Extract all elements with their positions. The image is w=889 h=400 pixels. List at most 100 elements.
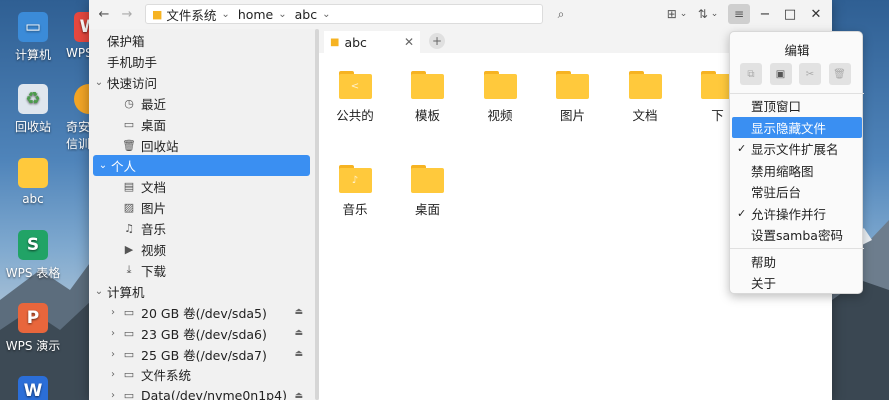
sidebar-item[interactable]: ⌄ 个人 xyxy=(93,155,310,177)
menu-item[interactable]: 关于 xyxy=(732,272,862,293)
folder-item[interactable]: 视频 xyxy=(465,71,535,124)
eject-icon[interactable]: ⏏ xyxy=(294,349,303,359)
chevron-down-icon: ⌄ xyxy=(278,8,287,20)
chevron-right-icon[interactable]: › xyxy=(105,369,121,380)
folder-item[interactable]: 文档 xyxy=(610,71,680,124)
folder-name: 模板 xyxy=(414,108,440,123)
folder-item[interactable]: 模板 xyxy=(393,71,463,124)
sidebar-item[interactable]: ⌄ 快速访问 xyxy=(89,72,319,93)
chevron-down-icon: ⌄ xyxy=(710,9,719,19)
folder-icon xyxy=(556,71,589,99)
sidebar-item[interactable]: › ▭ 25 GB 卷(/dev/sda7) ⏏ xyxy=(89,344,319,365)
folder-icon xyxy=(411,165,444,193)
chevron-right-icon[interactable]: › xyxy=(105,390,121,400)
sidebar-item[interactable]: › ▭ 20 GB 卷(/dev/sda5) ⏏ xyxy=(89,302,319,323)
menu-button[interactable]: ≡ xyxy=(728,4,750,24)
cut-button[interactable]: ✂ xyxy=(799,63,821,85)
menu-item[interactable]: 常驻后台 xyxy=(732,181,862,202)
folder-icon xyxy=(411,71,444,99)
menu-item[interactable]: 设置samba密码 xyxy=(732,224,862,245)
folder-item[interactable]: 图片 xyxy=(538,71,608,124)
menu-item[interactable]: 帮助 xyxy=(732,251,862,272)
tab-close-icon[interactable]: ✕ xyxy=(404,35,414,49)
maximize-button[interactable]: □ xyxy=(779,4,801,24)
sidebar-item[interactable]: › ▭ 23 GB 卷(/dev/sda6) ⏏ xyxy=(89,323,319,344)
desktop-label: abc xyxy=(22,192,44,206)
sidebar-item[interactable]: 保护箱 xyxy=(89,30,319,51)
folder-icon: < xyxy=(338,71,372,99)
sidebar-item[interactable]: ▶ 视频 xyxy=(89,239,319,260)
folder-icon xyxy=(628,71,662,99)
chevron-right-icon[interactable]: › xyxy=(105,307,121,318)
desktop-wps-slides[interactable]: P WPS 演示 xyxy=(0,303,66,354)
menu-item[interactable]: 显示隐藏文件 xyxy=(732,116,862,138)
sidebar-item-label: 20 GB 卷(/dev/sda5) xyxy=(141,305,267,321)
tab-abc[interactable]: ■ abc ✕ xyxy=(324,31,420,53)
back-button[interactable]: ← xyxy=(93,3,115,25)
desktop-wps[interactable]: W WPS xyxy=(52,12,92,60)
chevron-down-icon[interactable]: ⌄ xyxy=(91,286,107,297)
sidebar-item[interactable]: ◷ 最近 xyxy=(89,93,319,114)
desktop-qianxin[interactable]: 奇安 信训 xyxy=(52,84,92,152)
sidebar-item[interactable]: › ▭ Data(/dev/nvme0n1p4) ⏏ xyxy=(89,385,319,400)
sidebar-item[interactable]: ⤓ 下载 xyxy=(89,260,319,281)
path-bar[interactable]: ■ 文件系统 ⌄ home ⌄ abc ⌄ xyxy=(145,4,543,24)
delete-button[interactable]: 🗑 xyxy=(828,63,851,85)
folder-item[interactable]: < 公共的 xyxy=(320,71,390,124)
desktop-label: WPS 演示 xyxy=(5,339,61,353)
close-button[interactable]: ✕ xyxy=(805,4,827,24)
folder-item[interactable]: ♪ 音乐 xyxy=(320,165,390,218)
sidebar-item-label: 保护箱 xyxy=(107,34,145,49)
sidebar-item[interactable]: ▤ 文档 xyxy=(89,176,319,197)
copy-button[interactable]: ⧉ xyxy=(740,63,762,85)
wps-writer-icon: W xyxy=(18,376,48,400)
forward-button[interactable]: → xyxy=(116,3,138,25)
sort-button[interactable]: ⇅ ⌄ xyxy=(696,4,720,24)
chevron-down-icon[interactable]: ⌄ xyxy=(95,160,111,171)
menu-item[interactable]: 置顶窗口 xyxy=(732,95,862,116)
chevron-down-icon[interactable]: ⌄ xyxy=(91,77,107,88)
checkmark-icon: ✓ xyxy=(737,206,747,220)
folder-item[interactable]: 桌面 xyxy=(393,165,463,218)
sidebar-item[interactable]: 手机助手 xyxy=(89,51,319,72)
sidebar-item-label: 文档 xyxy=(141,180,167,196)
eject-icon[interactable]: ⏏ xyxy=(294,328,303,338)
menu-separator xyxy=(730,93,864,94)
sidebar-item-label: 桌面 xyxy=(141,117,167,133)
sidebar-item[interactable]: 🗑 回收站 xyxy=(89,135,319,156)
chevron-down-icon: ⌄ xyxy=(221,8,230,20)
breadcrumb-item[interactable]: abc ⌄ xyxy=(291,7,335,22)
menu-item[interactable]: 禁用缩略图 xyxy=(732,160,862,181)
chevron-right-icon[interactable]: › xyxy=(105,349,121,360)
sidebar-item-label: 23 GB 卷(/dev/sda6) xyxy=(141,326,267,342)
chevron-down-icon: ⌄ xyxy=(322,8,331,20)
menu-item-label: 置顶窗口 xyxy=(751,99,802,114)
hamburger-menu-icon: ≡ xyxy=(733,7,745,21)
eject-icon[interactable]: ⏏ xyxy=(294,391,303,400)
new-tab-button[interactable]: + xyxy=(429,33,445,49)
desktop-wps-writer[interactable]: W xyxy=(0,376,66,400)
sidebar-item[interactable]: ▭ 桌面 xyxy=(89,114,319,135)
chevron-right-icon[interactable]: › xyxy=(105,328,121,339)
sidebar-item[interactable]: ⌄ 计算机 xyxy=(89,281,319,302)
breadcrumb-item[interactable]: home ⌄ xyxy=(234,7,291,22)
desktop-icons: ▭ 计算机 W WPS ♻ 回收站 奇安 信训 abc S WPS 表格 P W… xyxy=(0,0,92,400)
desktop-wps-sheet[interactable]: S WPS 表格 xyxy=(0,230,66,281)
folder-name: 文档 xyxy=(632,108,658,123)
desktop-label: 信训 xyxy=(66,137,91,151)
folder-icon xyxy=(18,158,48,188)
eject-icon[interactable]: ⏏ xyxy=(294,307,303,317)
view-mode-button[interactable]: ⊞ ⌄ xyxy=(665,4,689,24)
menu-item[interactable]: ✓ 允许操作并行 xyxy=(732,203,862,224)
breadcrumb-item[interactable]: 文件系统 ⌄ xyxy=(162,5,233,24)
menu-item[interactable]: ✓ 显示文件扩展名 xyxy=(732,138,862,159)
desktop-label: 奇安 xyxy=(66,120,91,134)
sidebar-item[interactable]: ♫ 音乐 xyxy=(89,218,319,239)
search-button[interactable]: ⌕ xyxy=(551,4,571,24)
paste-button[interactable]: ▣ xyxy=(769,63,792,85)
sidebar-item[interactable]: › ▭ 文件系统 xyxy=(89,364,319,385)
desktop-folder-abc[interactable]: abc xyxy=(0,158,66,206)
sidebar-item[interactable]: ▨ 图片 xyxy=(89,197,319,218)
minimize-button[interactable]: − xyxy=(754,4,776,24)
sidebar-item-label: Data(/dev/nvme0n1p4) xyxy=(141,388,287,400)
